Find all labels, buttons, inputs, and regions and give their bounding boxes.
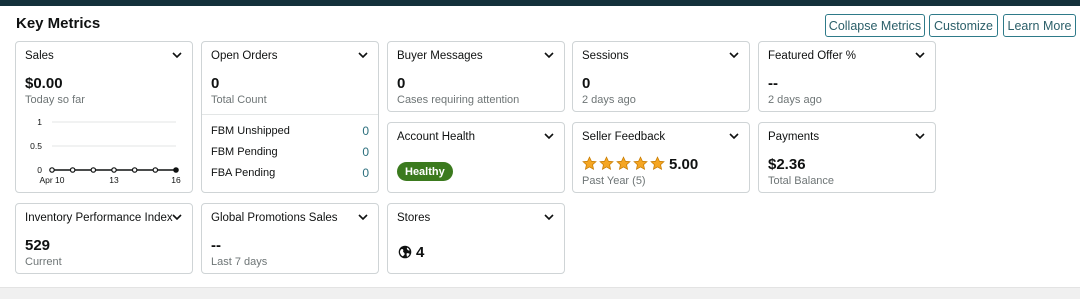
page-footer-band <box>0 287 1080 299</box>
chevron-down-icon[interactable] <box>171 212 183 222</box>
fba-pending-label: FBA Pending <box>211 167 276 179</box>
chevron-down-icon[interactable] <box>357 50 369 60</box>
chevron-down-icon[interactable] <box>171 50 183 60</box>
y-tick-label: 0.5 <box>30 141 42 151</box>
card-title: Seller Feedback <box>582 131 666 143</box>
y-tick-label: 1 <box>37 117 42 127</box>
sales-sub: Today so far <box>25 94 85 106</box>
page-title: Key Metrics <box>16 15 101 32</box>
featured-offer-sub: 2 days ago <box>768 94 822 106</box>
data-point <box>131 167 138 173</box>
collapse-metrics-button[interactable]: Collapse Metrics <box>825 14 925 37</box>
chevron-down-icon[interactable] <box>728 50 740 60</box>
sessions-value: 0 <box>582 75 591 92</box>
featured-offer-value: -- <box>768 75 778 92</box>
payments-value: $2.36 <box>768 156 806 173</box>
payments-card[interactable]: Payments $2.36 Total Balance <box>758 122 936 193</box>
fba-pending-link[interactable]: 0 <box>362 166 369 180</box>
x-tick-label: Apr 10 <box>39 175 64 185</box>
x-tick-label: 13 <box>109 175 119 185</box>
chevron-down-icon[interactable] <box>914 50 926 60</box>
global-promotions-value: -- <box>211 237 221 254</box>
card-title: Payments <box>768 131 820 143</box>
divider <box>202 114 378 115</box>
card-title: Account Health <box>397 131 475 143</box>
buyer-messages-value: 0 <box>397 75 406 92</box>
sales-line-chart: 1 0.5 0Apr 10 13 16 <box>30 117 181 185</box>
star-icon <box>582 156 597 170</box>
x-tick-label: 16 <box>171 175 181 185</box>
data-point <box>90 167 97 173</box>
chevron-down-icon[interactable] <box>728 131 740 141</box>
chevron-down-icon[interactable] <box>543 131 555 141</box>
card-title: Inventory Performance Index <box>25 212 173 224</box>
open-orders-value: 0 <box>211 75 220 92</box>
chevron-down-icon[interactable] <box>914 131 926 141</box>
fbm-unshipped-label: FBM Unshipped <box>211 125 290 137</box>
stores-count: 4 <box>416 244 425 261</box>
globe-icon <box>398 245 412 259</box>
fbm-unshipped-link[interactable]: 0 <box>362 124 369 138</box>
seller-feedback-card[interactable]: Seller Feedback 5.00 Past Year (5) <box>572 122 750 193</box>
sessions-sub: 2 days ago <box>582 94 636 106</box>
customize-button[interactable]: Customize <box>929 14 998 37</box>
star-rating <box>582 156 665 171</box>
featured-offer-card[interactable]: Featured Offer % -- 2 days ago <box>758 41 936 112</box>
buyer-messages-card[interactable]: Buyer Messages 0 Cases requiring attenti… <box>387 41 565 112</box>
data-point <box>152 167 159 173</box>
data-point <box>111 167 117 173</box>
card-title: Sales <box>25 50 54 62</box>
buyer-messages-sub: Cases requiring attention <box>397 94 520 106</box>
y-tick-label: 0 <box>37 165 42 175</box>
sessions-card[interactable]: Sessions 0 2 days ago <box>572 41 750 112</box>
star-icon <box>616 156 631 170</box>
payments-sub: Total Balance <box>768 175 835 187</box>
global-promotions-card[interactable]: Global Promotions Sales -- Last 7 days <box>201 203 379 274</box>
card-title: Open Orders <box>211 50 278 62</box>
chevron-down-icon[interactable] <box>357 212 369 222</box>
account-health-card[interactable]: Account Health Healthy <box>387 122 565 193</box>
sales-value: $0.00 <box>25 75 63 92</box>
star-icon <box>633 156 648 170</box>
learn-more-button[interactable]: Learn More <box>1003 14 1076 37</box>
inventory-sub: Current <box>25 256 62 268</box>
data-point <box>49 167 55 173</box>
feedback-sub: Past Year (5) <box>582 175 646 187</box>
global-promotions-sub: Last 7 days <box>211 256 268 268</box>
star-icon <box>650 156 665 170</box>
health-status-badge: Healthy <box>397 162 453 181</box>
stores-card[interactable]: Stores 4 <box>387 203 565 274</box>
inventory-performance-card[interactable]: Inventory Performance Index 529 Current <box>15 203 193 274</box>
fbm-pending-label: FBM Pending <box>211 146 278 158</box>
card-title: Stores <box>397 212 431 224</box>
card-title: Buyer Messages <box>397 50 483 62</box>
data-point <box>69 167 76 173</box>
card-title: Featured Offer % <box>768 50 856 62</box>
chevron-down-icon[interactable] <box>543 50 555 60</box>
open-orders-sub: Total Count <box>211 94 267 106</box>
data-point <box>173 167 179 173</box>
inventory-value: 529 <box>25 237 51 254</box>
open-orders-card[interactable]: Open Orders 0 Total Count FBM Unshipped … <box>201 41 379 193</box>
feedback-rating: 5.00 <box>669 156 699 173</box>
star-icon <box>599 156 614 170</box>
chevron-down-icon[interactable] <box>543 212 555 222</box>
card-title: Sessions <box>582 50 629 62</box>
sales-card[interactable]: Sales $0.00 Today so far 1 0.5 0 Apr 10 13 16 <box>15 41 193 193</box>
fbm-pending-link[interactable]: 0 <box>362 145 369 159</box>
card-title: Global Promotions Sales <box>211 212 338 224</box>
